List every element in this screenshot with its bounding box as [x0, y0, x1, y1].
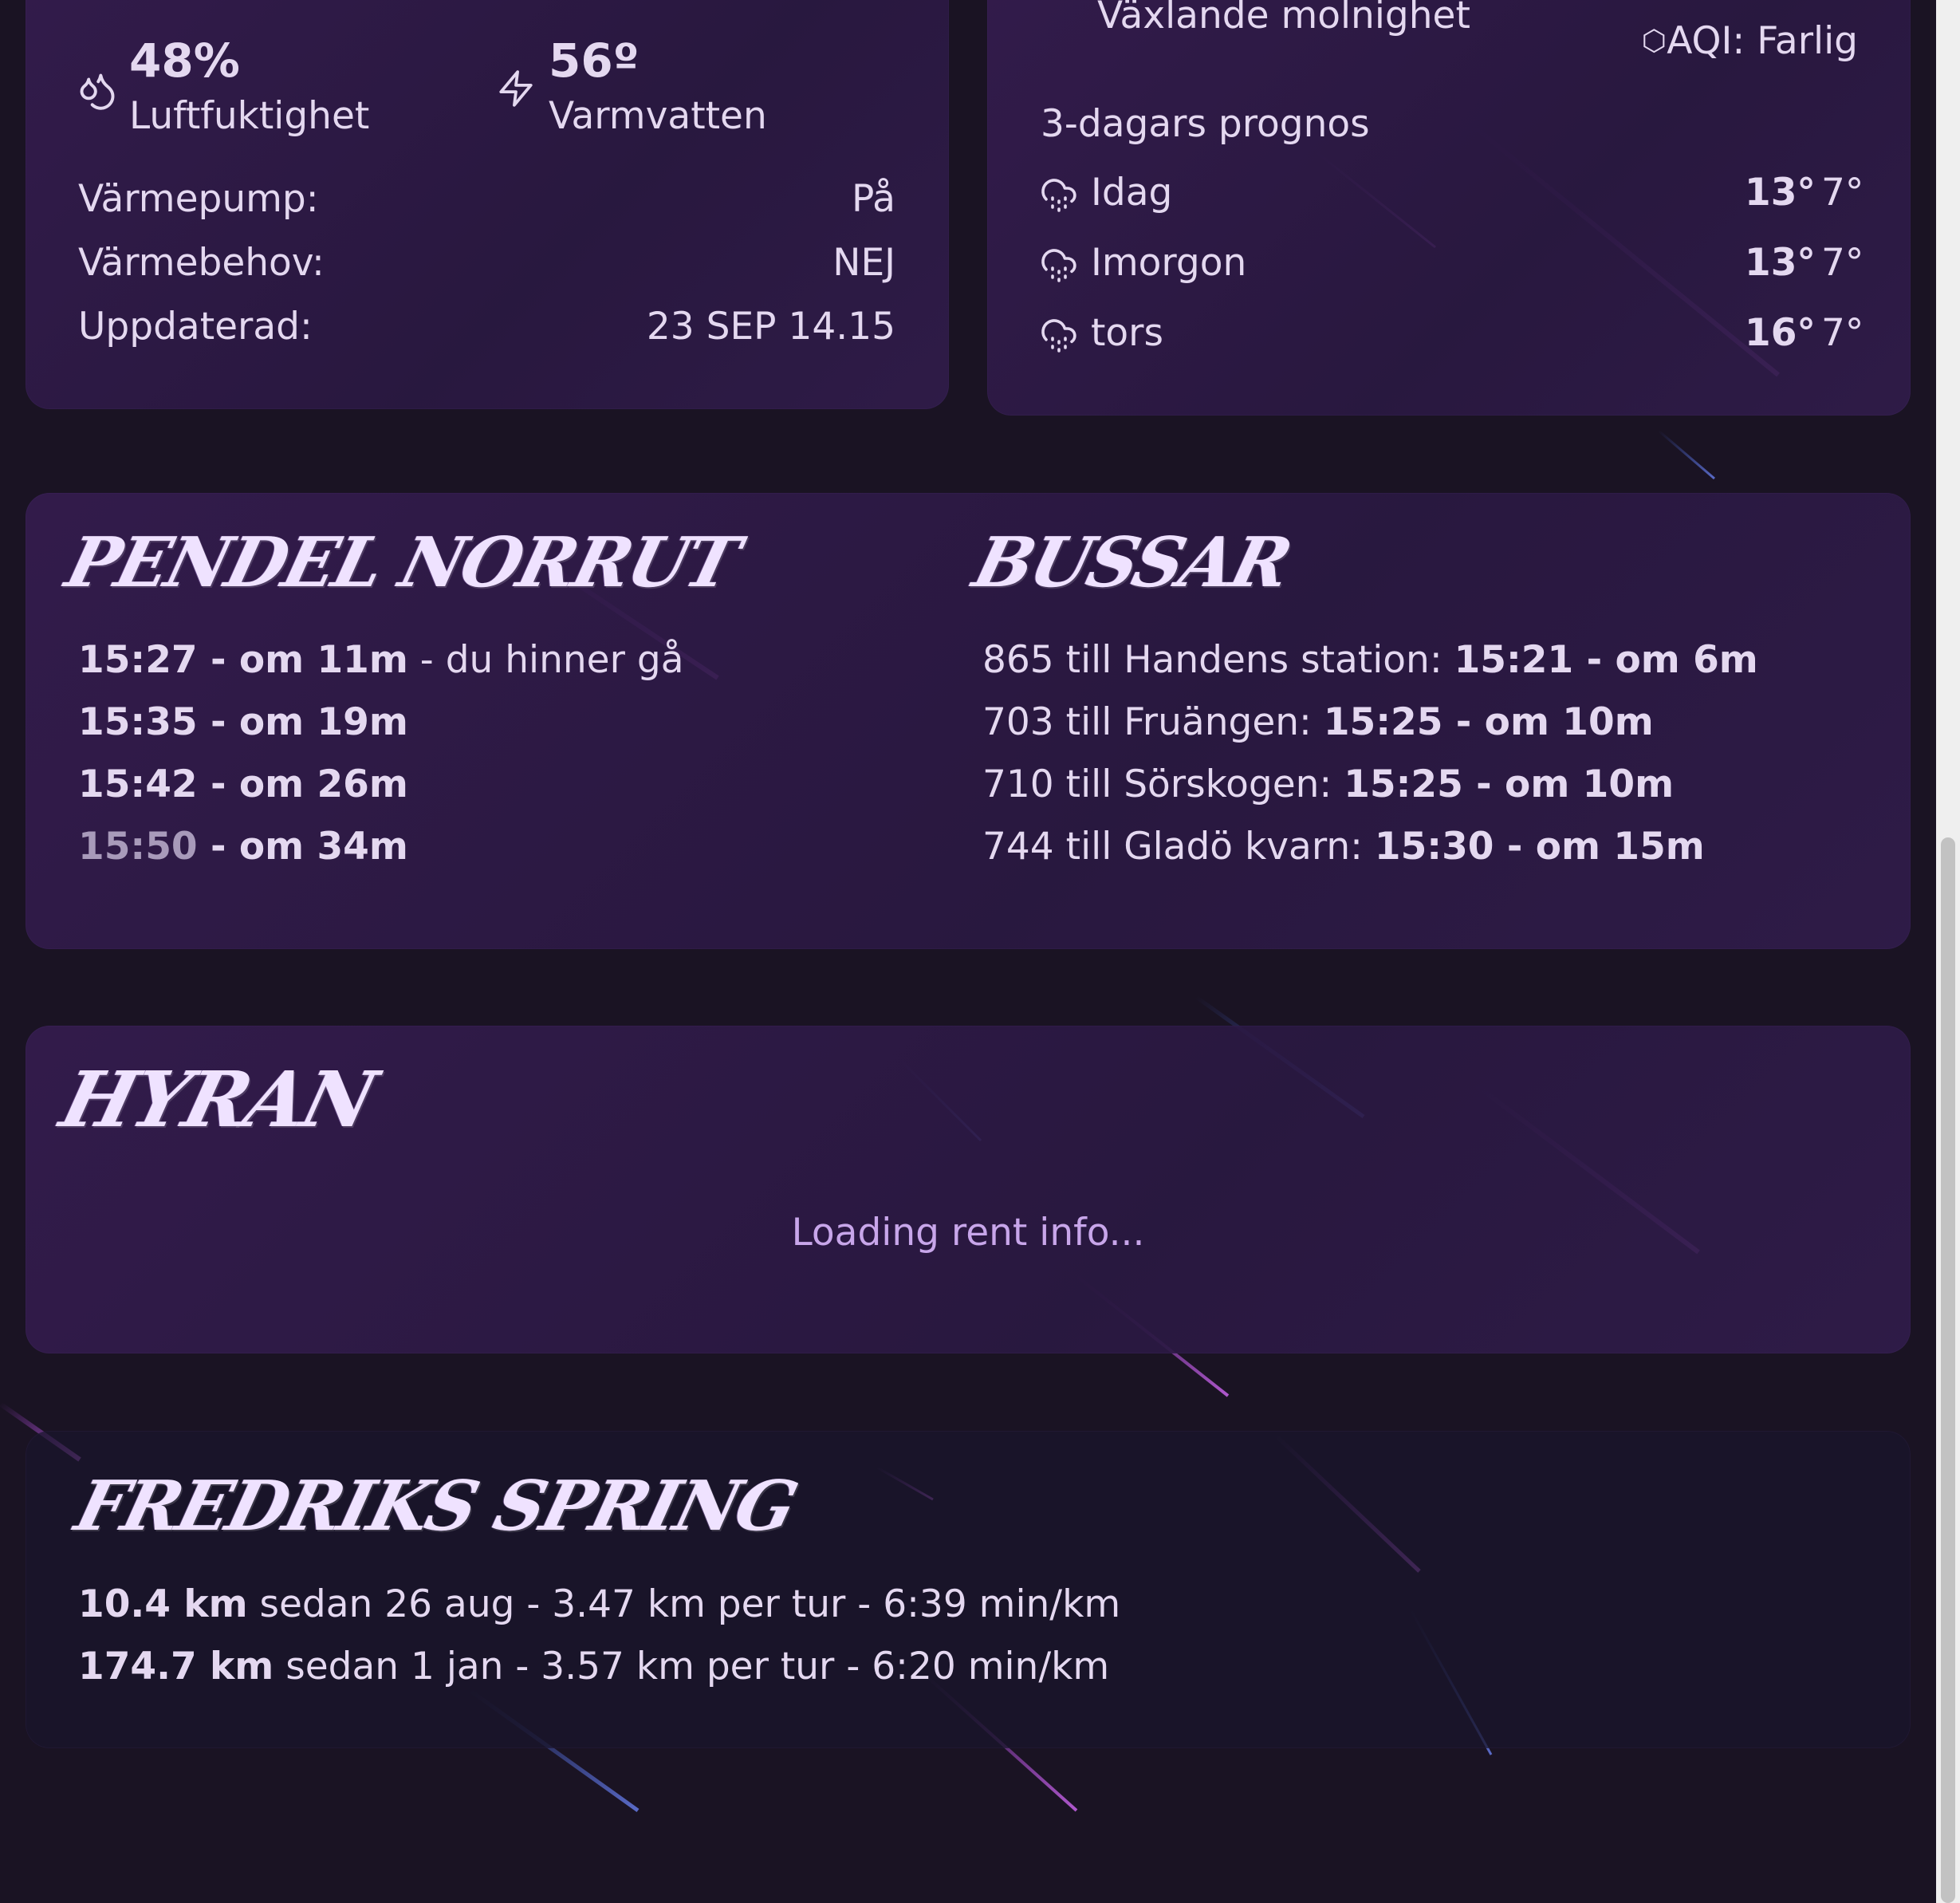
forecast-low-2: 7°: [1821, 311, 1864, 355]
running-row-1: 174.7 km sedan 1 jan - 3.57 km per tur -…: [78, 1645, 1110, 1688]
aqi-status: ⬡AQI: Farlig: [1641, 19, 1858, 63]
heatpump-label: Värmepump:: [78, 177, 319, 221]
heat-demand-value: NEJ: [832, 241, 895, 285]
droplet-icon: [80, 73, 115, 110]
forecast-high-2: 16°: [1745, 311, 1816, 355]
humidity-value: 48%: [129, 33, 240, 88]
forecast-high-0: 13°: [1745, 171, 1816, 215]
forecast-low-0: 7°: [1821, 171, 1864, 215]
cloud-rain-icon: [1041, 249, 1076, 282]
hyran-title: Hyran: [52, 1054, 384, 1145]
forecast-high-1: 13°: [1745, 241, 1816, 285]
forecast-day-2: tors: [1091, 311, 1163, 355]
forecast-low-1: 7°: [1821, 241, 1864, 285]
cloud-rain-icon: [1041, 179, 1076, 212]
hotwater-label: Varmvatten: [549, 94, 767, 138]
scrollbar-thumb[interactable]: [1941, 837, 1955, 1903]
bus-departure-1: 703 till Fruängen: 15:25 - om 10m: [982, 700, 1654, 744]
pendel-departure-3: 15:50 - om 34m: [78, 825, 408, 869]
bussar-title: Bussar: [966, 522, 1297, 603]
pendel-title: Pendel norrut: [58, 522, 746, 603]
updated-label: Uppdaterad:: [78, 305, 313, 349]
cloud-rain-icon: [1041, 319, 1076, 353]
forecast-title: 3-dagars prognos: [1041, 102, 1370, 146]
running-row-0: 10.4 km sedan 26 aug - 3.47 km per tur -…: [78, 1582, 1121, 1626]
pendel-departure-2: 15:42 - om 26m: [78, 762, 408, 806]
forecast-day-0: Idag: [1091, 171, 1173, 215]
pendel-departure-1: 15:35 - om 19m: [78, 700, 408, 744]
pendel-departure-0: 15:27 - om 11m - du hinner gå: [78, 638, 684, 682]
hotwater-value: 56º: [549, 33, 640, 88]
running-title: Fredriks spring: [68, 1466, 804, 1546]
rent-loading-text: Loading rent info...: [791, 1211, 1145, 1255]
forecast-day-1: Imorgon: [1091, 241, 1247, 285]
bus-departure-0: 865 till Handens station: 15:21 - om 6m: [982, 638, 1758, 682]
weather-condition: Växlande molnighet: [1097, 0, 1470, 37]
updated-value: 23 SEP 14.15: [646, 305, 895, 349]
hexagon-icon: ⬡: [1641, 25, 1667, 57]
heat-demand-label: Värmebehov:: [78, 241, 325, 285]
lightning-icon: [499, 70, 533, 107]
humidity-label: Luftfuktighet: [129, 94, 370, 138]
bus-departure-3: 744 till Gladö kvarn: 15:30 - om 15m: [982, 825, 1705, 869]
heatpump-value: På: [851, 177, 895, 221]
bus-departure-2: 710 till Sörskogen: 15:25 - om 10m: [982, 762, 1675, 806]
